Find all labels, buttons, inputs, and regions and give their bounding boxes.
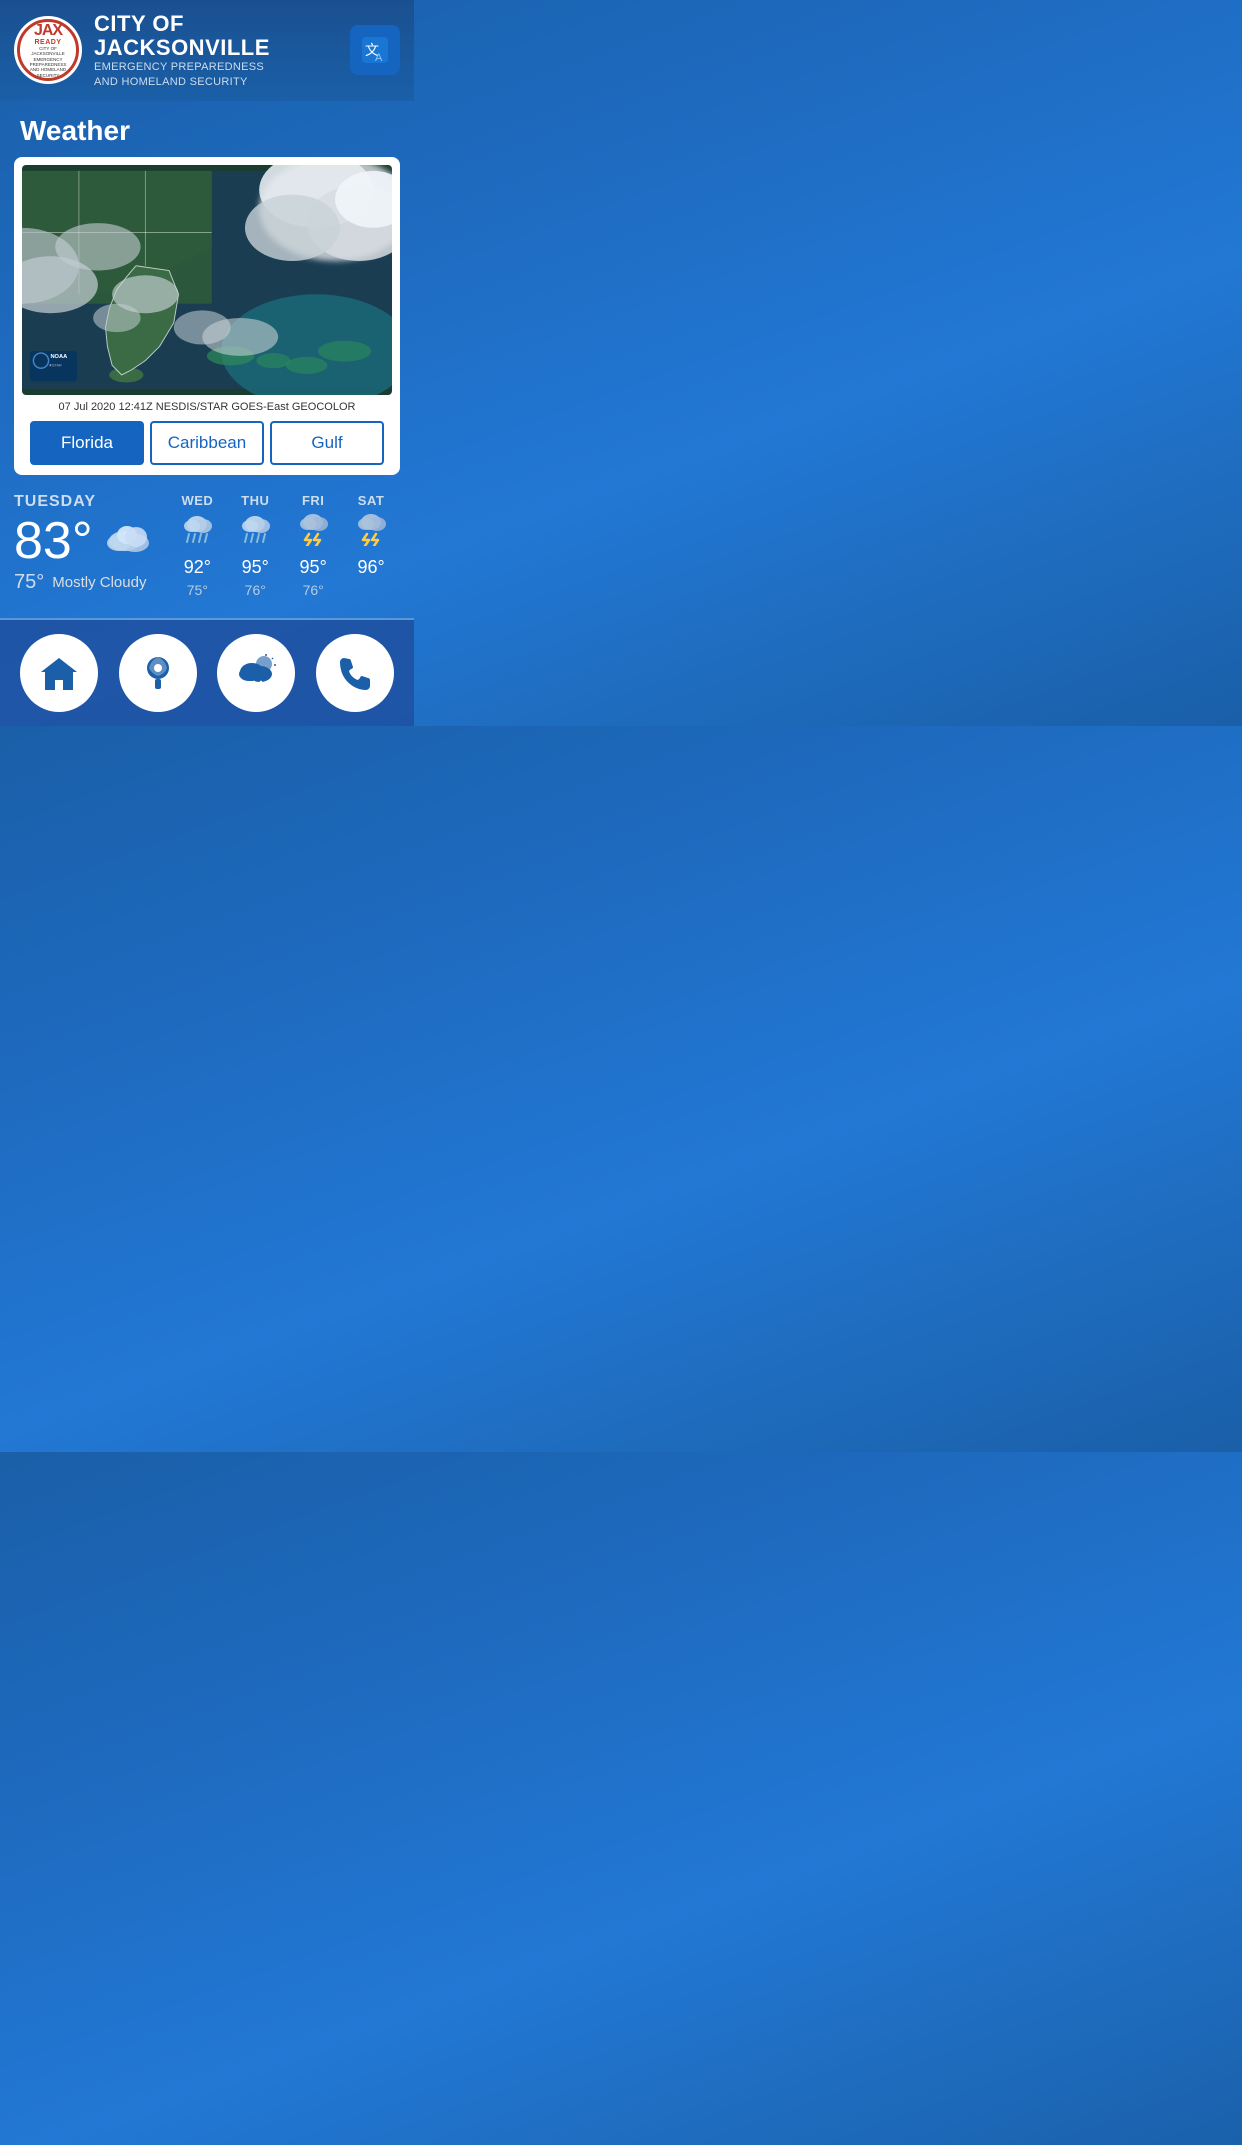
fri-label: FRI — [302, 493, 324, 508]
svg-text:★STAR: ★STAR — [49, 363, 62, 367]
app-header: JAX READY CITY OF JACKSONVILLEEMERGENCY … — [0, 0, 414, 101]
gulf-button[interactable]: Gulf — [270, 421, 384, 465]
today-high-temp: 83° — [14, 515, 93, 567]
sat-label: SAT — [358, 493, 385, 508]
fri-forecast: FRI 95° 76° — [284, 493, 342, 598]
nav-alert-group — [119, 634, 197, 712]
wed-icon — [179, 512, 215, 553]
wed-high: 92° — [184, 557, 211, 578]
caribbean-button[interactable]: Caribbean — [150, 421, 264, 465]
thu-low: 76° — [245, 582, 266, 598]
sat-forecast: SAT 96° — [342, 493, 400, 598]
nav-weather-button[interactable] — [217, 634, 295, 712]
florida-button[interactable]: Florida — [30, 421, 144, 465]
today-day: TUESDAY — [14, 493, 168, 511]
sat-icon — [353, 512, 389, 553]
nav-weather-group — [217, 634, 295, 712]
thu-high: 95° — [242, 557, 269, 578]
map-buttons: Florida Caribbean Gulf — [22, 421, 392, 475]
header-title: CITY OF JACKSONVILLE — [94, 12, 338, 60]
header-text: CITY OF JACKSONVILLE EMERGENCY PREPAREDN… — [94, 12, 338, 89]
thu-label: THU — [241, 493, 269, 508]
wed-label: WED — [181, 493, 213, 508]
header-subtitle: EMERGENCY PREPAREDNESS AND HOMELAND SECU… — [94, 60, 338, 89]
today-low-temp: 75° — [14, 571, 44, 594]
forecast-section: TUESDAY 83° 75° Mostly Cloudy WED — [0, 475, 414, 608]
weather-title: Weather — [0, 101, 414, 157]
wed-low: 75° — [187, 582, 208, 598]
fri-high: 95° — [300, 557, 327, 578]
thu-forecast: THU 95° 76° — [226, 493, 284, 598]
satellite-caption: 07 Jul 2020 12:41Z NESDIS/STAR GOES-East… — [22, 395, 392, 421]
today-weather-icon — [103, 515, 155, 567]
svg-text:A: A — [375, 52, 383, 64]
today-forecast: TUESDAY 83° 75° Mostly Cloudy — [14, 493, 168, 594]
sat-high: 96° — [357, 557, 384, 578]
satellite-card: NOAA ★STAR 07 Jul 2020 12:41Z NESDIS/STA… — [14, 157, 400, 475]
today-condition: Mostly Cloudy — [52, 574, 146, 591]
nav-alert-button[interactable] — [119, 634, 197, 712]
bottom-navigation — [0, 620, 414, 726]
nav-home-button[interactable] — [20, 634, 98, 712]
nav-contact-group — [316, 634, 394, 712]
satellite-image: NOAA ★STAR — [22, 165, 392, 395]
thu-icon — [237, 512, 273, 553]
nav-home-group — [20, 634, 98, 712]
fri-low: 76° — [303, 582, 324, 598]
nav-contact-button[interactable] — [316, 634, 394, 712]
logo-subtitle: CITY OF JACKSONVILLEEMERGENCY PREPAREDNE… — [20, 46, 76, 78]
logo: JAX READY CITY OF JACKSONVILLEEMERGENCY … — [14, 16, 82, 84]
wed-forecast: WED 92° 75° — [168, 493, 226, 598]
future-forecast: WED 92° 75° THU — [168, 493, 400, 598]
svg-text:NOAA: NOAA — [50, 354, 67, 360]
translate-button[interactable]: 文 A — [350, 25, 400, 75]
logo-jax: JAX — [34, 23, 62, 39]
fri-icon — [295, 512, 331, 553]
logo-ready: READY — [34, 39, 61, 46]
